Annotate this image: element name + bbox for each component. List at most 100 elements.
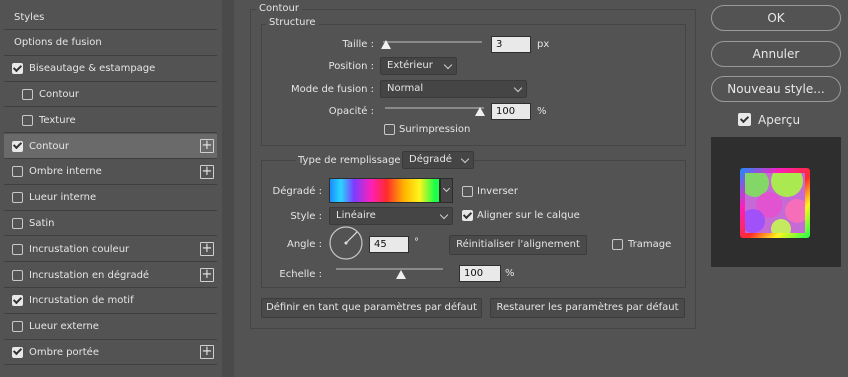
reset-alignment-button[interactable]: Réinitialiser l'alignement — [449, 235, 587, 255]
sidebar-item-label: Biseautage & estampage — [29, 63, 156, 75]
style-value: Linéaire — [336, 210, 376, 221]
sidebar-item[interactable]: Incrustation en dégradé + — [4, 263, 217, 288]
sidebar-item[interactable]: Lueur externe — [4, 315, 217, 340]
sidebar-item-label: Styles — [14, 11, 45, 23]
sidebar-item-label: Lueur interne — [29, 192, 97, 204]
sidebar-item-checkbox[interactable] — [12, 217, 23, 229]
chevron-down-icon — [513, 83, 523, 93]
apercu-checkbox[interactable] — [738, 113, 751, 126]
sidebar-item[interactable]: Contour — [4, 82, 217, 108]
sidebar-item-label: Texture — [39, 114, 76, 126]
mode-fusion-label: Mode de fusion : — [291, 84, 374, 95]
inverser-checkbox[interactable] — [462, 186, 473, 197]
surimpression-label: Surimpression — [399, 124, 471, 135]
sidebar-item-checkbox[interactable] — [12, 269, 23, 281]
sidebar-item-label: Incrustation en dégradé — [29, 269, 150, 281]
restore-default-button[interactable]: Restaurer les paramètres par défaut — [490, 298, 685, 318]
degrade-label: Dégradé : — [272, 186, 323, 197]
taille-unit: px — [537, 39, 550, 50]
type-remplissage-value: Dégradé — [409, 154, 452, 165]
sidebar-item[interactable]: Biseautage & estampage — [4, 57, 217, 82]
sidebar-item-label: Satin — [29, 217, 55, 229]
sidebar-item-label: Options de fusion — [14, 37, 102, 49]
chevron-down-icon — [460, 154, 470, 164]
sidebar-item-checkbox[interactable] — [12, 140, 23, 152]
taille-slider-thumb[interactable] — [381, 40, 391, 49]
sidebar-item[interactable]: Ombre portée + — [4, 340, 217, 366]
sidebar-item[interactable]: Texture — [4, 108, 217, 134]
structure-title: Structure — [266, 17, 319, 28]
add-effect-icon[interactable]: + — [200, 242, 214, 257]
sidebar-item[interactable]: Styles — [4, 5, 217, 30]
sidebar-item-label: Incrustation de motif — [29, 295, 134, 307]
sidebar-item-checkbox[interactable] — [12, 243, 23, 255]
opacite-input[interactable]: 100 — [491, 103, 531, 120]
echelle-slider-thumb[interactable] — [396, 270, 406, 279]
position-label: Position : — [328, 61, 374, 72]
angle-unit: ° — [414, 237, 419, 248]
sidebar-item[interactable]: Incrustation de motif — [4, 289, 217, 314]
sidebar-item[interactable]: Options de fusion — [4, 31, 217, 56]
type-remplissage-select[interactable]: Dégradé — [402, 151, 474, 169]
sidebar-item-checkbox[interactable] — [12, 295, 23, 307]
sidebar-item-label: Contour — [29, 140, 69, 152]
sidebar-item[interactable]: Satin — [4, 211, 217, 237]
sidebar-item-label: Ombre portée — [29, 346, 99, 358]
sidebar-item[interactable]: Incrustation couleur + — [4, 237, 217, 263]
sidebar-item[interactable]: Contour + — [4, 134, 217, 159]
echelle-unit: % — [505, 268, 515, 279]
sidebar-item-checkbox[interactable] — [12, 192, 23, 204]
mode-fusion-value: Normal — [387, 83, 424, 94]
preview-thumbnail — [740, 168, 810, 238]
aligner-label: Aligner sur le calque — [477, 210, 580, 221]
sidebar-item-checkbox[interactable] — [22, 114, 33, 126]
chevron-down-icon — [439, 210, 449, 220]
tramage-label: Tramage — [628, 239, 672, 250]
new-style-button[interactable]: Nouveau style... — [711, 76, 841, 102]
chevron-down-icon — [443, 60, 453, 70]
angle-label: Angle : — [286, 239, 322, 250]
sidebar-item-checkbox[interactable] — [12, 63, 23, 75]
ok-button[interactable]: OK — [711, 5, 841, 31]
opacite-slider-track[interactable] — [385, 107, 484, 109]
tramage-checkbox[interactable] — [612, 239, 623, 250]
sidebar-item-label: Ombre interne — [29, 166, 102, 178]
cancel-button[interactable]: Annuler — [711, 41, 841, 67]
taille-label: Taille : — [342, 39, 374, 50]
sidebar-item-label: Contour — [39, 88, 79, 100]
echelle-label: Echelle : — [279, 269, 322, 280]
sidebar-item-checkbox[interactable] — [12, 166, 23, 178]
sidebar-item[interactable]: Ombre interne + — [4, 160, 217, 185]
echelle-input[interactable]: 100 — [459, 265, 501, 282]
angle-input[interactable]: 45 — [369, 236, 409, 253]
sidebar-item-checkbox[interactable] — [12, 321, 23, 333]
opacite-unit: % — [537, 106, 547, 117]
opacite-slider-thumb[interactable] — [475, 107, 485, 116]
set-default-button[interactable]: Définir en tant que paramètres par défau… — [261, 298, 482, 318]
echelle-slider-track[interactable] — [336, 268, 443, 270]
add-effect-icon[interactable]: + — [200, 268, 214, 282]
styles-list-scrollbar[interactable] — [222, 0, 234, 377]
add-effect-icon[interactable]: + — [200, 139, 214, 153]
gradient-swatch[interactable] — [329, 178, 440, 203]
apercu-label: Aperçu — [758, 113, 801, 127]
add-effect-icon[interactable]: + — [200, 345, 214, 360]
add-effect-icon[interactable]: + — [200, 164, 214, 179]
type-remplissage-label: Type de remplissage : — [296, 155, 410, 166]
position-select[interactable]: Extérieur — [380, 57, 457, 75]
inverser-label: Inverser — [477, 186, 518, 197]
sidebar-item-checkbox[interactable] — [22, 88, 33, 100]
style-select[interactable]: Linéaire — [329, 207, 453, 225]
taille-input[interactable]: 3 — [491, 36, 531, 53]
angle-dial-icon — [329, 226, 363, 260]
aligner-checkbox[interactable] — [462, 210, 473, 221]
surimpression-checkbox[interactable] — [384, 124, 395, 135]
sidebar-item-checkbox[interactable] — [12, 346, 23, 358]
mode-fusion-select[interactable]: Normal — [380, 80, 527, 98]
gradient-dropdown[interactable] — [440, 178, 453, 203]
sidebar-item[interactable]: Lueur interne — [4, 186, 217, 211]
sidebar-item-label: Incrustation couleur — [29, 243, 130, 255]
styles-list: Styles Options de fusion Biseautage & esta… — [0, 0, 218, 377]
taille-slider-track[interactable] — [383, 41, 482, 43]
angle-dial[interactable] — [328, 225, 364, 261]
